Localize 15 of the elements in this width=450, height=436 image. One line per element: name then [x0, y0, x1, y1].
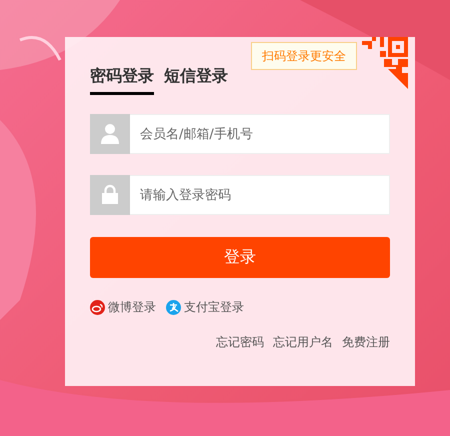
login-tab[interactable]: 密码登录 [90, 65, 154, 95]
person-icon [90, 114, 130, 154]
account-link[interactable]: 忘记用户名 [273, 334, 333, 351]
username-field[interactable]: 会员名/邮箱/手机号 [130, 114, 390, 154]
qr-login-tooltip: 扫码登录更安全 [251, 42, 357, 70]
social-login-link[interactable]: 微博登录 [90, 299, 156, 316]
login-tab[interactable]: 短信登录 [164, 65, 228, 95]
social-login-link[interactable]: 支付宝登录 [166, 299, 244, 316]
lock-icon [90, 175, 130, 215]
weibo-icon [90, 300, 105, 315]
login-button[interactable]: 登录 [90, 237, 390, 278]
account-link[interactable]: 忘记密码 [216, 334, 264, 351]
alipay-icon [166, 300, 181, 315]
account-link[interactable]: 免费注册 [342, 334, 390, 351]
password-field[interactable]: 请输入登录密码 [130, 175, 390, 215]
